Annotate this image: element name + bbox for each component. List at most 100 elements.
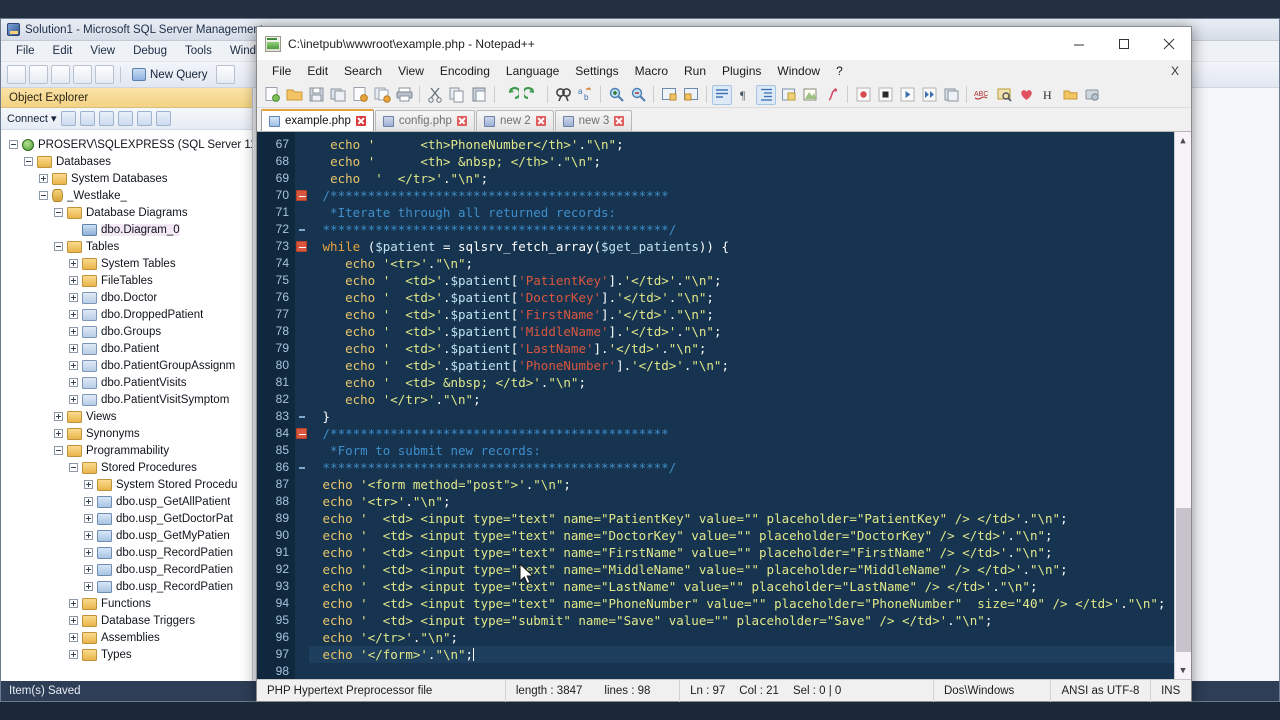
expand-icon[interactable] (69, 395, 78, 404)
close-tab-icon[interactable] (535, 116, 546, 126)
object-explorer-panel[interactable]: Object Explorer Connect ▾ PROSERV\SQLEXP… (1, 88, 253, 681)
notepadpp-menubar[interactable]: File Edit Search View Encoding Language … (257, 60, 1191, 82)
tree-node[interactable]: System Stored Procedu (1, 476, 252, 493)
plugin-manager-icon[interactable] (1082, 85, 1102, 105)
scroll-up-arrow-icon[interactable]: ▲ (1175, 132, 1192, 149)
add-item-icon[interactable] (29, 65, 48, 84)
code-line[interactable]: ****************************************… (309, 459, 1174, 476)
expand-icon[interactable] (39, 174, 48, 183)
new-db-engine-query-icon[interactable] (215, 65, 235, 84)
code-line[interactable]: while ($patient = sqlsrv_fetch_array($ge… (309, 238, 1174, 255)
code-line[interactable]: echo ' <td>'.$patient['PatientKey'].'</t… (309, 272, 1174, 289)
tree-node[interactable]: Stored Procedures (1, 459, 252, 476)
scrollbar-thumb[interactable] (1175, 508, 1191, 652)
close-tab-icon[interactable] (614, 116, 625, 126)
tree-node[interactable]: Database Diagrams (1, 204, 252, 221)
expand-icon[interactable] (69, 344, 78, 353)
save-macro-icon[interactable] (941, 85, 961, 105)
save-icon[interactable] (73, 65, 92, 84)
expand-icon[interactable] (69, 650, 78, 659)
collapse-icon[interactable] (54, 208, 63, 217)
fold-end-marker[interactable] (295, 408, 309, 425)
ssms-menu-view[interactable]: View (81, 43, 124, 59)
fold-collapse-icon[interactable] (295, 238, 309, 255)
replace-icon[interactable]: ab (575, 85, 595, 105)
collapse-icon[interactable] (69, 463, 78, 472)
sync-horizontal-scroll-icon[interactable] (681, 85, 701, 105)
notepadpp-titlebar[interactable]: C:\inetpub\wwwroot\example.php - Notepad… (257, 27, 1191, 60)
code-line[interactable]: echo ' <th> &nbsp; </th>'."\n"; (309, 153, 1174, 170)
zoom-out-icon[interactable] (628, 85, 648, 105)
expand-icon[interactable] (84, 514, 93, 523)
tree-node[interactable]: dbo.PatientVisits (1, 374, 252, 391)
new-query-button[interactable]: New Query (127, 67, 213, 82)
editor-tab[interactable]: new 2 (475, 110, 554, 131)
code-line[interactable] (309, 663, 1174, 679)
tree-node[interactable]: dbo.usp_RecordPatien (1, 544, 252, 561)
npp-menu-search[interactable]: Search (336, 62, 390, 80)
notepadpp-window[interactable]: C:\inetpub\wwwroot\example.php - Notepad… (256, 26, 1192, 702)
expand-icon[interactable] (84, 480, 93, 489)
fold-end-marker[interactable] (295, 221, 309, 238)
document-search-icon[interactable] (994, 85, 1014, 105)
npp-menu-macro[interactable]: Macro (627, 62, 676, 80)
connect-dropdown[interactable]: Connect ▾ (7, 112, 57, 125)
code-line[interactable]: echo ' <td> <input type="text" name="Las… (309, 578, 1174, 595)
code-line[interactable]: echo ' <td> <input type="text" name="Pat… (309, 510, 1174, 527)
code-line[interactable]: ****************************************… (309, 221, 1174, 238)
tree-node[interactable]: System Tables (1, 255, 252, 272)
close-all-files-icon[interactable] (372, 85, 392, 105)
npp-menu-run[interactable]: Run (676, 62, 714, 80)
expand-icon[interactable] (84, 548, 93, 557)
function-list-icon[interactable] (822, 85, 842, 105)
maximize-icon[interactable] (1101, 27, 1146, 60)
tree-node[interactable]: Database Triggers (1, 612, 252, 629)
npp-menu-file[interactable]: File (264, 62, 299, 80)
code-line[interactable]: echo ' <td> <input type="text" name="Fir… (309, 544, 1174, 561)
code-folding-column[interactable] (295, 132, 309, 679)
code-line[interactable]: echo ' <td>'.$patient['DoctorKey'].'</td… (309, 289, 1174, 306)
close-tab-icon[interactable] (456, 116, 467, 126)
code-line[interactable]: echo ' <td>'.$patient['FirstName'].'</td… (309, 306, 1174, 323)
code-line[interactable]: } (309, 408, 1174, 425)
tree-node[interactable]: Assemblies (1, 629, 252, 646)
npp-menu-window[interactable]: Window (769, 62, 828, 80)
tree-node[interactable]: Databases (1, 153, 252, 170)
window-controls[interactable] (1056, 27, 1191, 60)
code-text-area[interactable]: echo ' <th>PhoneNumber</th>'."\n"; echo … (309, 132, 1174, 679)
filter-icon[interactable] (117, 111, 133, 126)
tree-node[interactable]: dbo.Doctor (1, 289, 252, 306)
collapse-icon[interactable] (54, 446, 63, 455)
expand-icon[interactable] (69, 276, 78, 285)
code-line[interactable]: echo '</tr>'."\n"; (309, 391, 1174, 408)
expand-icon[interactable] (69, 633, 78, 642)
tree-node[interactable]: PROSERV\SQLEXPRESS (SQL Server 11.0.2 (1, 136, 252, 153)
tree-node[interactable]: dbo.usp_RecordPatien (1, 578, 252, 595)
close-tab-icon[interactable] (355, 116, 366, 126)
html-preview-icon[interactable]: H (1038, 85, 1058, 105)
npp-menu-language[interactable]: Language (498, 62, 567, 80)
open-file-icon[interactable] (51, 65, 70, 84)
tree-node[interactable]: dbo.Patient (1, 340, 252, 357)
code-line[interactable]: echo ' <td> <input type="text" name="Doc… (309, 527, 1174, 544)
expand-icon[interactable] (69, 293, 78, 302)
code-line[interactable]: *Iterate through all returned records: (309, 204, 1174, 221)
code-line[interactable]: echo ' <td> <input type="text" name="Mid… (309, 561, 1174, 578)
fold-end-marker[interactable] (295, 459, 309, 476)
notepadpp-toolbar[interactable]: ab ¶ ABC H (257, 82, 1191, 108)
stop-icon[interactable] (98, 111, 114, 126)
expand-icon[interactable] (54, 429, 63, 438)
editor-tab[interactable]: new 3 (554, 110, 633, 131)
collapse-icon[interactable] (24, 157, 33, 166)
expand-icon[interactable] (69, 327, 78, 336)
code-line[interactable]: /***************************************… (309, 187, 1174, 204)
favorite-heart-icon[interactable] (1016, 85, 1036, 105)
expand-icon[interactable] (84, 531, 93, 540)
record-macro-icon[interactable] (853, 85, 873, 105)
tree-node[interactable]: Tables (1, 238, 252, 255)
notepadpp-tabbar[interactable]: example.php config.php new 2 new 3 (257, 108, 1191, 132)
minimize-icon[interactable] (1056, 27, 1101, 60)
expand-icon[interactable] (84, 565, 93, 574)
code-line[interactable]: echo ' </tr>'."\n"; (309, 170, 1174, 187)
spell-check-icon[interactable]: ABC (972, 85, 992, 105)
